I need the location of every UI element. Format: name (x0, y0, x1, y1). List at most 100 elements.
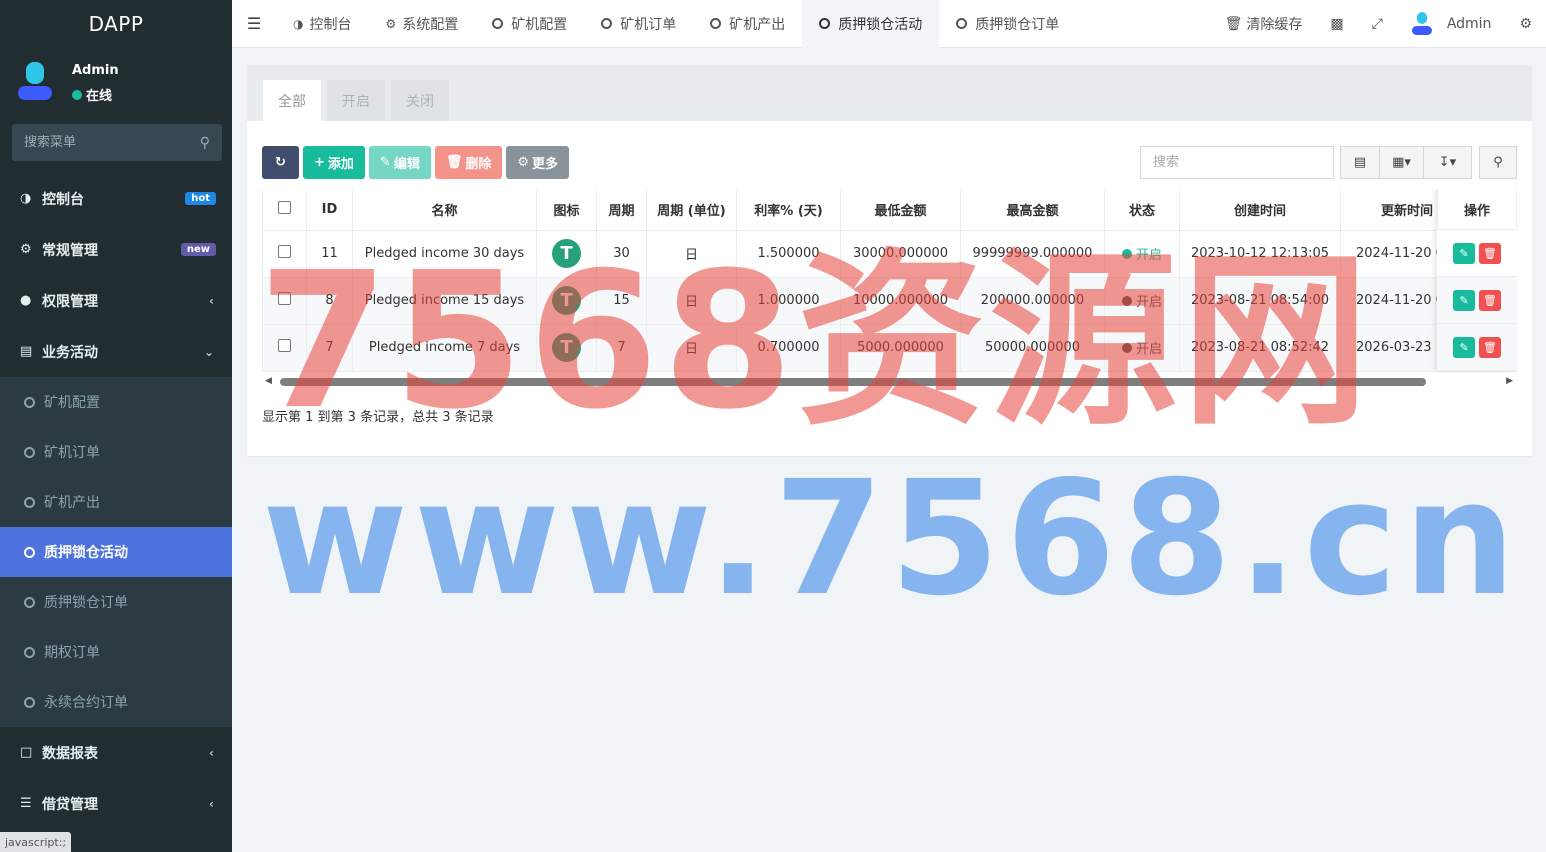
delete-row-button[interactable]: 🗑 (1479, 336, 1501, 358)
chevron-down-icon: ⌄ (203, 344, 214, 359)
edit-button[interactable]: ✎ 编辑 (368, 146, 431, 179)
sidebar-item-staking-orders[interactable]: 质押锁仓订单 (0, 577, 232, 627)
tab-all[interactable]: 全部 (263, 80, 321, 121)
avatar (18, 62, 52, 102)
delete-row-button[interactable]: 🗑 (1479, 289, 1501, 311)
tab-miner-output[interactable]: 矿机产出 (693, 0, 802, 48)
refresh-button[interactable]: ↻ (262, 146, 299, 179)
sidebar-item-reports[interactable]: □ 数据报表 ‹ (0, 727, 232, 778)
toggle-view-icon[interactable]: ▤ (1340, 146, 1380, 179)
search-icon[interactable]: ⚲ (1479, 146, 1517, 179)
tab-label: 系统配置 (402, 16, 459, 33)
tab-label: 矿机订单 (620, 16, 677, 33)
tab-miner-orders[interactable]: 矿机订单 (584, 0, 693, 48)
circle-icon (819, 18, 831, 29)
hot-badge: hot (185, 192, 216, 205)
dashboard-icon: ◑ (20, 191, 32, 206)
column-header[interactable]: ID (306, 189, 353, 231)
chevron-left-icon: ‹ (209, 796, 214, 811)
fullscreen-icon[interactable]: ⤢ (1358, 16, 1397, 32)
more-button[interactable]: ⚙ 更多 (506, 146, 570, 179)
select-all-checkbox[interactable] (278, 200, 291, 214)
online-dot-icon (72, 89, 82, 100)
sidebar-item-permissions[interactable]: ● 权限管理 ‹ (0, 275, 232, 326)
column-header[interactable]: 状态 (1104, 189, 1180, 231)
sidebar-item-dashboard[interactable]: ◑ 控制台 hot (0, 173, 232, 224)
sidebar-item-loans[interactable]: ☰ 借贷管理 ‹ (0, 778, 232, 829)
column-header[interactable]: 利率% (天) (736, 189, 841, 231)
settings-icon[interactable]: ⚙ (1505, 16, 1546, 32)
sidebar-menu: ◑ 控制台 hot ⚙ 常规管理 new ● 权限管理 ‹ ▤ 业务活动 ⌄ 矿… (0, 173, 232, 829)
circle-icon (956, 18, 968, 29)
tab-staking-activity[interactable]: 质押锁仓活动 (802, 0, 940, 48)
tab-label: 质押锁仓订单 (975, 16, 1060, 33)
sidebar-item-label: 矿机配置 (44, 395, 100, 411)
add-button[interactable]: + 添加 (303, 146, 365, 179)
select-all-cell (262, 189, 307, 231)
edit-row-button[interactable]: ✎ (1453, 289, 1475, 311)
sidebar-item-miner-orders[interactable]: 矿机订单 (0, 427, 232, 477)
tab-disabled[interactable]: 关闭 (391, 80, 449, 121)
delete-row-button[interactable]: 🗑 (1479, 242, 1501, 264)
users-icon: ● (20, 293, 32, 308)
circle-icon (601, 18, 613, 29)
sidebar-item-label: 矿机订单 (44, 445, 100, 461)
tab-system-config[interactable]: ⚙ 系统配置 (368, 0, 475, 48)
search-icon[interactable]: ⚲ (200, 135, 210, 151)
sidebar-item-staking-activity[interactable]: 质押锁仓活动 (0, 527, 232, 577)
column-header: 操作 (1437, 189, 1517, 230)
column-header[interactable]: 周期 (596, 189, 647, 231)
tab-dashboard[interactable]: ◑ 控制台 (276, 0, 368, 48)
delete-button[interactable]: 🗑 删除 (434, 146, 503, 179)
file-icon: □ (20, 745, 33, 760)
watermark-line1: 7568资源网 (258, 232, 1374, 451)
scroll-right-icon[interactable]: ▶ (1506, 376, 1513, 386)
tab-label: 矿机产出 (729, 16, 786, 33)
tab-miner-config[interactable]: 矿机配置 (475, 0, 584, 48)
menu-search: ⚲ (12, 124, 222, 161)
user-menu[interactable]: Admin (1397, 11, 1506, 37)
circle-icon (24, 396, 35, 408)
circle-icon (492, 18, 504, 29)
column-header[interactable]: 创建时间 (1179, 189, 1341, 231)
chevron-left-icon: ‹ (209, 293, 214, 308)
tab-enabled[interactable]: 开启 (327, 80, 385, 121)
circle-icon (24, 696, 35, 708)
column-header[interactable]: 名称 (352, 189, 537, 231)
more-label: 更多 (532, 157, 559, 172)
clear-cache-button[interactable]: 🗑 清除缓存 (1211, 14, 1317, 34)
column-header[interactable]: 最低金额 (840, 189, 961, 231)
column-header[interactable]: 周期 (单位) (646, 189, 737, 231)
column-header[interactable]: 最高金额 (960, 189, 1105, 231)
edit-row-button[interactable]: ✎ (1453, 242, 1475, 264)
table-search-input[interactable] (1140, 146, 1334, 179)
newspaper-icon: ▤ (20, 344, 33, 359)
sidebar-item-general[interactable]: ⚙ 常规管理 new (0, 224, 232, 275)
chevron-left-icon: ‹ (209, 745, 214, 760)
menu-toggle-icon[interactable]: ☰ (232, 14, 276, 33)
column-header[interactable]: 图标 (536, 189, 597, 231)
menu-search-input[interactable] (24, 135, 200, 150)
language-icon[interactable]: ▩ (1316, 16, 1357, 32)
list-icon: ☰ (20, 796, 32, 811)
new-badge: new (180, 243, 216, 256)
row-actions: ✎ 🗑 (1437, 230, 1517, 277)
columns-icon[interactable]: ▦▾ (1380, 146, 1424, 179)
add-label: 添加 (327, 157, 354, 172)
sidebar-item-miner-output[interactable]: 矿机产出 (0, 477, 232, 527)
sidebar-item-label: 常规管理 (42, 242, 98, 259)
sidebar-item-label: 永续合约订单 (44, 695, 128, 711)
cogs-icon: ⚙ (20, 242, 32, 257)
export-icon[interactable]: ↧▾ (1424, 146, 1472, 179)
table-tools: ▤ ▦▾ ↧▾ ⚲ (1140, 146, 1517, 179)
brand-logo[interactable]: DAPP (0, 0, 232, 48)
edit-row-button[interactable]: ✎ (1453, 336, 1475, 358)
sidebar-item-perpetual-orders[interactable]: 永续合约订单 (0, 677, 232, 727)
sidebar-item-option-orders[interactable]: 期权订单 (0, 627, 232, 677)
sidebar-item-business[interactable]: ▤ 业务活动 ⌄ (0, 326, 232, 377)
tab-staking-orders[interactable]: 质押锁仓订单 (939, 0, 1076, 48)
watermark-line2: www.7568.cn (262, 447, 1522, 631)
circle-icon (24, 546, 35, 558)
sidebar-item-miner-config[interactable]: 矿机配置 (0, 377, 232, 427)
operations-column: 操作 ✎ 🗑 ✎ 🗑 ✎ 🗑 (1437, 189, 1517, 371)
